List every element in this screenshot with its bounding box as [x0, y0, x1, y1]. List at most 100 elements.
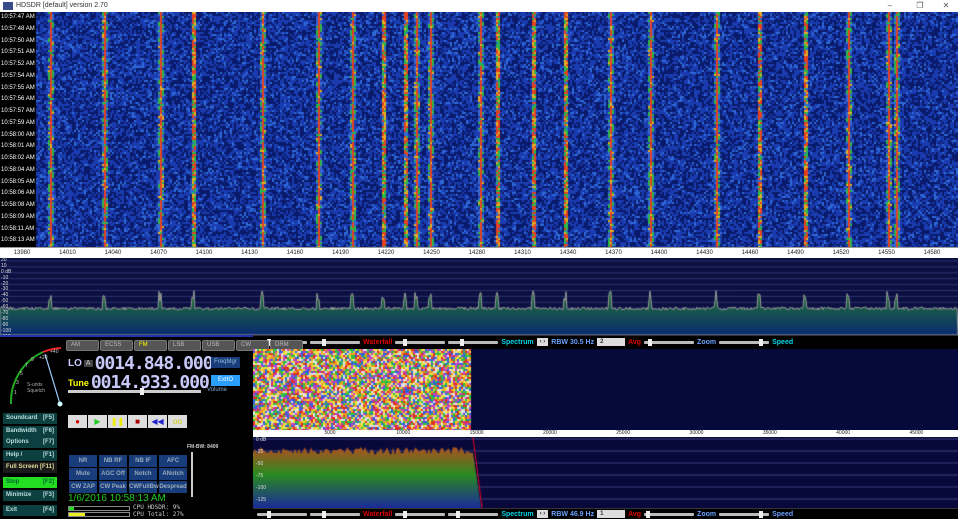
- waterfall-timestamp: 10:58:01 AM: [1, 143, 35, 150]
- pause-button[interactable]: ❚❚: [108, 415, 127, 428]
- audio-tick-label: 10000: [396, 430, 411, 436]
- lo-frequency[interactable]: 0014.848.000: [95, 353, 214, 374]
- dsp-cwfullbw-button[interactable]: CWFullBw: [129, 481, 159, 493]
- waterfall-timestamp: 10:58:05 AM: [1, 178, 35, 185]
- s-meter-scale-label: 5: [20, 371, 23, 377]
- close-button[interactable]: ✕: [936, 0, 956, 12]
- cpu-hdsdr: CPU HDSDR: 9%: [133, 504, 180, 511]
- dsp-cw-zap-button[interactable]: CW ZAP: [69, 481, 97, 493]
- frequency-tick-label: 14280: [468, 250, 486, 256]
- volume-slider[interactable]: [68, 388, 201, 395]
- waterfall-timestamp: 10:58:02 AM: [1, 155, 35, 161]
- waterfall-timestamp: 10:57:57 AM: [1, 108, 35, 114]
- button-shortcut: [F5]: [43, 415, 54, 421]
- freqmgr-button[interactable]: FreqMgr: [211, 357, 240, 368]
- sidebutton-full-screen[interactable]: Full Screen [F11]: [3, 462, 57, 473]
- avg-select[interactable]: 2: [597, 338, 626, 346]
- rewind-button[interactable]: ◀◀: [148, 415, 167, 428]
- waterfall-timestamp: 10:58:11 AM: [1, 225, 35, 232]
- mode-lsb-button[interactable]: LSB: [168, 340, 201, 351]
- lo-vfo-a[interactable]: A: [83, 360, 93, 367]
- button-label: Bandwidth: [6, 428, 37, 434]
- frequency-axis[interactable]: 13980 14010 14040 14070 14100 14130 14160 14190…: [0, 247, 958, 258]
- waterfall-timestamp: 10:57:55 AM: [1, 84, 35, 91]
- dsp-agc-off-button[interactable]: AGC Off: [99, 468, 127, 480]
- dsp-nr-button[interactable]: NR: [69, 455, 97, 467]
- lo-display: LO A 0014.848.000: [68, 353, 214, 374]
- extio-button[interactable]: ExtIO: [211, 375, 240, 386]
- frequency-tick-label: 14070: [150, 250, 167, 256]
- sidebutton-options[interactable]: Options [F7]: [3, 437, 57, 448]
- af-waterfall-slider-2[interactable]: [310, 510, 360, 518]
- spectrum-slider[interactable]: [395, 338, 446, 346]
- audio-tick-label: 45000: [909, 430, 924, 436]
- fm-bandwidth-label: FM-BW: 8409: [187, 444, 219, 450]
- rf-waterfall[interactable]: [0, 12, 958, 247]
- waterfall-timestamp: 10:57:52 AM: [1, 61, 35, 67]
- spectrum-slider-2[interactable]: [448, 338, 499, 346]
- waterfall-slider-2[interactable]: [310, 338, 360, 346]
- button-shortcut: [F4]: [43, 507, 54, 513]
- button-label: Minimize: [6, 492, 32, 498]
- mode-usb-button[interactable]: USB: [202, 340, 235, 351]
- sidebutton-help-update[interactable]: Help / Update [F1]: [3, 450, 57, 469]
- frequency-tick-label: 14400: [650, 250, 668, 256]
- speed-label: Speed: [772, 338, 794, 346]
- dsp-anotch-button[interactable]: ANotch: [159, 468, 187, 480]
- button-shortcut: [F1]: [43, 452, 54, 458]
- dsp-nb-rf-button[interactable]: NB RF: [99, 455, 127, 467]
- s-meter-pivot: [57, 401, 63, 407]
- audio-frequency-axis: 5000 10000 15000 20000 25000 30000 35000 40000 4…: [253, 430, 958, 437]
- dsp-nb-if-button[interactable]: NB IF: [129, 455, 157, 467]
- af-speed-label: Speed: [772, 510, 794, 518]
- mode-am-button[interactable]: AM: [66, 340, 99, 351]
- audio-db-label: -125: [256, 497, 267, 503]
- sidebutton-bandwidth[interactable]: Bandwidth [F6]: [3, 426, 57, 437]
- restore-button[interactable]: ❐: [910, 0, 930, 12]
- af-speed-slider[interactable]: [719, 510, 770, 518]
- waterfall-timestamp: 10:58:08 AM: [1, 202, 35, 208]
- waterfall-timestamp: 10:57:48 AM: [1, 25, 35, 32]
- af-avg-label: Avg: [628, 510, 642, 518]
- sidebutton-minimize[interactable]: Minimize [F3]: [3, 490, 57, 501]
- dsp-mute-button[interactable]: Mute: [69, 468, 97, 480]
- rf-spectrum[interactable]: [0, 258, 958, 335]
- spectrum-stepper[interactable]: ‹ ›: [536, 338, 549, 346]
- waterfall-timestamp: 10:58:09 AM: [1, 213, 35, 220]
- zoom-slider[interactable]: [644, 338, 695, 346]
- sidebutton-soundcard[interactable]: Soundcard [F5]: [3, 413, 57, 424]
- mode-ecss-button[interactable]: ECSS: [100, 340, 133, 351]
- sidebutton-exit[interactable]: Exit [F4]: [3, 505, 57, 516]
- mode-fm-button[interactable]: FM: [134, 340, 167, 351]
- audio-tick-label: 5000: [324, 430, 336, 436]
- s-meter-scale-label: +40: [50, 349, 59, 355]
- sidebutton-stop[interactable]: Stop [F2]: [3, 477, 57, 488]
- fm-bandwidth-slider[interactable]: [191, 452, 193, 497]
- audio-spectrum[interactable]: [253, 437, 958, 508]
- tune-label: Tune: [68, 377, 89, 388]
- minimize-button[interactable]: –: [880, 0, 900, 12]
- dsp-despread-button[interactable]: Despread: [159, 481, 187, 493]
- audio-tick-label: 20000: [542, 430, 557, 436]
- speed-slider[interactable]: [719, 338, 770, 346]
- dsp-notch-button[interactable]: Notch: [129, 468, 157, 480]
- audio-db-label: -100: [256, 485, 267, 491]
- af-zoom-slider[interactable]: [644, 510, 695, 518]
- waterfall-timestamp: 10:57:59 AM: [1, 119, 35, 126]
- cpu-hdsdr-bar: [68, 506, 130, 511]
- audio-waterfall[interactable]: [253, 349, 958, 430]
- dsp-cw-peak-button[interactable]: CW Peak: [99, 481, 127, 493]
- stop-button[interactable]: ■: [128, 415, 147, 428]
- af-spectrum-stepper[interactable]: ‹ ›: [536, 510, 549, 518]
- af-spectrum-slider-2[interactable]: [448, 510, 499, 518]
- waterfall-timestamp: 10:57:50 AM: [1, 37, 35, 44]
- af-waterfall-slider[interactable]: [257, 510, 307, 518]
- dsp-afc-button[interactable]: AFC: [159, 455, 187, 467]
- loop-button[interactable]: oo: [168, 415, 187, 428]
- af-spectrum-slider[interactable]: [395, 510, 446, 518]
- zoom-label: Zoom: [697, 338, 717, 346]
- play-button[interactable]: ▶: [88, 415, 107, 428]
- record-button[interactable]: ●: [68, 415, 87, 428]
- af-avg-select[interactable]: 1: [597, 510, 626, 518]
- button-label: Help / Update: [6, 452, 26, 469]
